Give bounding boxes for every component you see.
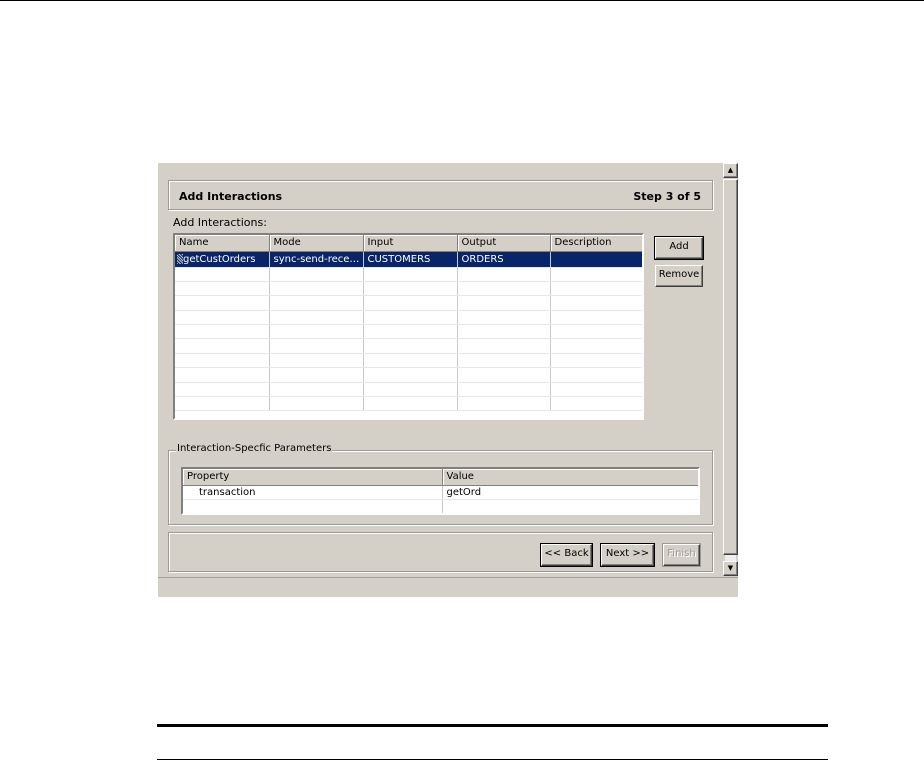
cell-name[interactable]: getCustOrders xyxy=(175,251,270,268)
vertical-scrollbar[interactable]: ▲ ▼ xyxy=(723,163,738,577)
cell-description[interactable] xyxy=(550,251,642,268)
arrow-up-icon[interactable]: ▲ xyxy=(723,163,738,178)
cell-mode[interactable]: sync-send-rece… xyxy=(269,251,364,268)
column-header-value[interactable]: Value xyxy=(442,469,698,486)
add-interactions-label: Add Interactions: xyxy=(173,216,267,229)
finish-button[interactable]: Finish xyxy=(662,543,701,567)
back-button[interactable]: << Back xyxy=(540,543,593,567)
column-header-name[interactable]: Name xyxy=(175,235,270,252)
empty-row[interactable] xyxy=(175,267,642,282)
remove-button[interactable]: Remove xyxy=(655,265,703,287)
interactions-table: Name Mode Input Output Description getCu… xyxy=(175,235,642,412)
column-header-output[interactable]: Output xyxy=(457,235,551,252)
params-group-legend: Interaction-Specfic Parameters xyxy=(176,443,333,454)
interactions-table-container[interactable]: Name Mode Input Output Description getCu… xyxy=(173,233,644,420)
empty-row[interactable] xyxy=(175,367,642,383)
cell-input[interactable]: CUSTOMERS xyxy=(363,251,458,268)
params-header-row: Property Value xyxy=(183,469,698,486)
param-value-cell[interactable]: getOrd xyxy=(442,485,698,500)
interaction-params-group: Interaction-Specfic Parameters Property … xyxy=(168,443,713,525)
arrow-down-icon[interactable]: ▼ xyxy=(723,561,738,576)
params-table: Property Value transaction getOrd xyxy=(183,469,698,513)
column-header-description[interactable]: Description xyxy=(550,235,642,252)
empty-row[interactable] xyxy=(175,324,642,340)
column-header-input[interactable]: Input xyxy=(363,235,458,252)
footer-thick-rule xyxy=(157,724,828,727)
next-button[interactable]: Next >> xyxy=(600,543,655,567)
wizard-step-indicator: Step 3 of 5 xyxy=(633,190,701,203)
wizard-title: Add Interactions xyxy=(179,190,283,203)
interactions-header-row: Name Mode Input Output Description xyxy=(175,235,642,252)
top-rule xyxy=(0,0,924,1)
empty-row[interactable] xyxy=(175,353,642,369)
cell-name-text: getCustOrders xyxy=(183,253,256,265)
empty-row[interactable] xyxy=(175,338,642,354)
cell-output[interactable]: ORDERS xyxy=(457,251,551,268)
empty-row[interactable] xyxy=(183,499,698,513)
table-row[interactable]: transaction getOrd xyxy=(183,485,698,500)
wizard-header: Add Interactions Step 3 of 5 xyxy=(168,180,713,210)
column-header-mode[interactable]: Mode xyxy=(269,235,364,252)
column-header-property[interactable]: Property xyxy=(183,469,443,486)
params-table-container[interactable]: Property Value transaction getOrd xyxy=(181,467,700,515)
add-interactions-wizard: Add Interactions Step 3 of 5 Add Interac… xyxy=(158,163,738,597)
empty-row[interactable] xyxy=(175,396,642,412)
empty-row[interactable] xyxy=(175,310,642,326)
scroll-thumb[interactable] xyxy=(723,179,738,555)
table-row[interactable]: getCustOrders sync-send-rece… CUSTOMERS … xyxy=(175,251,642,268)
param-property-cell: transaction xyxy=(183,485,443,500)
add-button[interactable]: Add xyxy=(654,236,704,260)
wizard-bottom-strip xyxy=(158,577,738,597)
empty-row[interactable] xyxy=(175,281,642,297)
empty-row[interactable] xyxy=(175,382,642,398)
empty-row[interactable] xyxy=(175,295,642,311)
